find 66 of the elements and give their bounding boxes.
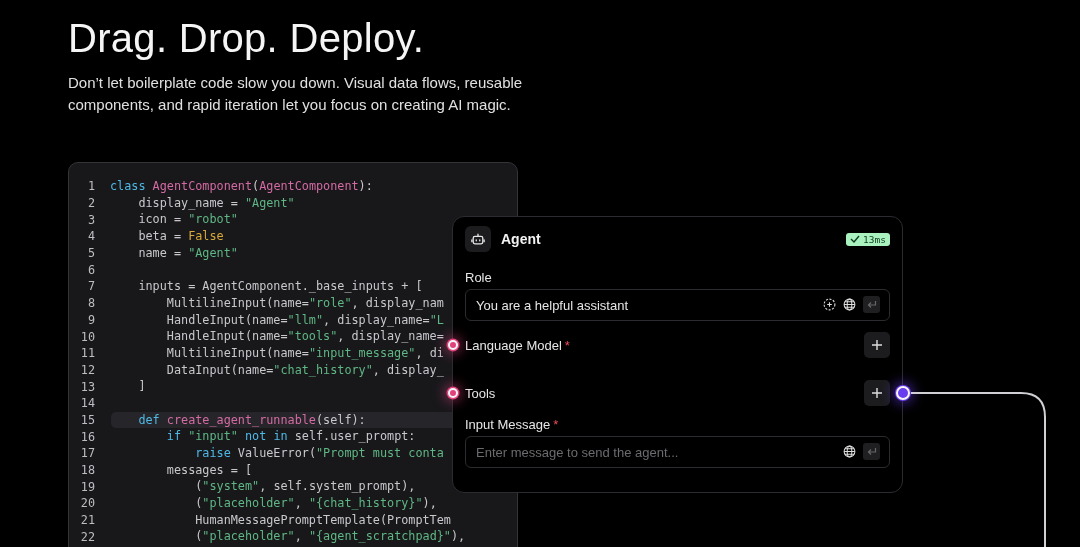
robot-icon	[465, 226, 491, 252]
globe-icon[interactable]	[843, 298, 856, 311]
enter-icon[interactable]	[863, 296, 880, 313]
line-number: 19	[79, 479, 96, 494]
required-mark: *	[564, 337, 570, 353]
code-line: MultilineInput(name="input_message", di	[165, 344, 444, 362]
code-line: if "input" not in self.user_prompt:	[165, 428, 416, 445]
code-line: name = "Agent"	[137, 244, 238, 262]
line-number: 13	[79, 379, 96, 394]
input-handle[interactable]	[448, 388, 458, 398]
code-line: icon = "robot"	[137, 211, 238, 229]
line-number: 9	[86, 312, 96, 327]
code-line: class AgentComponent(AgentComponent):	[109, 178, 373, 195]
code-line: def create_agent_runnable(self):	[137, 411, 366, 429]
field-label: Language Model	[465, 337, 562, 353]
code-line: messages = [	[165, 461, 253, 479]
node-title: Agent	[501, 231, 542, 247]
line-number: 12	[79, 362, 96, 377]
add-button[interactable]	[864, 380, 890, 406]
code-line: inputs = AgentComponent._base_inputs + [	[137, 278, 423, 295]
line-number: 3	[86, 212, 96, 227]
line-number: 10	[79, 329, 96, 344]
line-number: 17	[79, 446, 96, 461]
line-number: 4	[86, 229, 96, 244]
code-line: ("placeholder", "{chat_history}"),	[194, 495, 437, 512]
add-variable-icon[interactable]	[823, 298, 836, 311]
line-number: 11	[79, 346, 96, 361]
field-label: Tools	[465, 385, 496, 401]
input-handle[interactable]	[448, 340, 458, 350]
line-number: 1	[86, 179, 96, 194]
line-number: 8	[86, 296, 96, 311]
page-heading: Drag. Drop. Deploy.	[67, 15, 426, 62]
line-number: 14	[79, 396, 96, 411]
code-line: ("placeholder", "{agent_scratchpad}"),	[194, 528, 466, 546]
code-line: raise ValueError("Prompt must conta	[194, 445, 444, 462]
input-field[interactable]: You are a helpful assistant	[465, 289, 890, 321]
code-line: ]	[137, 378, 146, 395]
required-mark: *	[553, 417, 559, 432]
code-line: HandleInput(name="llm", display_name="L	[165, 311, 444, 329]
line-number: 22	[79, 529, 96, 544]
line-number: 20	[79, 496, 96, 511]
globe-icon[interactable]	[843, 445, 856, 458]
code-line: ("system", self.system_prompt),	[194, 478, 416, 496]
plus-icon	[871, 339, 883, 351]
page-description: Don’t let boilerplate code slow you down. Visual data flows, reusable components, and rapid iteration let you focus on creating AI magic.	[68, 73, 524, 115]
output-handle[interactable]	[896, 386, 910, 400]
code-line: beta = False	[137, 228, 224, 245]
line-number: 7	[86, 279, 96, 294]
line-number: 21	[79, 513, 96, 528]
add-button[interactable]	[864, 332, 890, 358]
line-number: 6	[86, 262, 96, 277]
line-number: 5	[86, 246, 96, 261]
field-label: Input Message	[465, 417, 551, 432]
code-line: HumanMessagePromptTemplate(PromptTem	[194, 511, 451, 529]
line-number: 2	[86, 196, 96, 211]
code-line: MultilineInput(name="role", display_nam	[165, 294, 444, 312]
input-field[interactable]: Enter message to send the agent...	[465, 436, 890, 468]
enter-icon[interactable]	[863, 443, 880, 460]
line-number: 18	[79, 463, 96, 478]
code-line: DataInput(name="chat_history", display_	[165, 361, 444, 379]
line-number: 15	[79, 412, 96, 427]
code-line: HandleInput(name="tools", display_name=	[165, 328, 444, 345]
line-number: 16	[79, 429, 96, 444]
code-line: display_name = "Agent"	[137, 194, 295, 212]
field-label: Role	[465, 270, 492, 285]
plus-icon	[871, 387, 883, 399]
